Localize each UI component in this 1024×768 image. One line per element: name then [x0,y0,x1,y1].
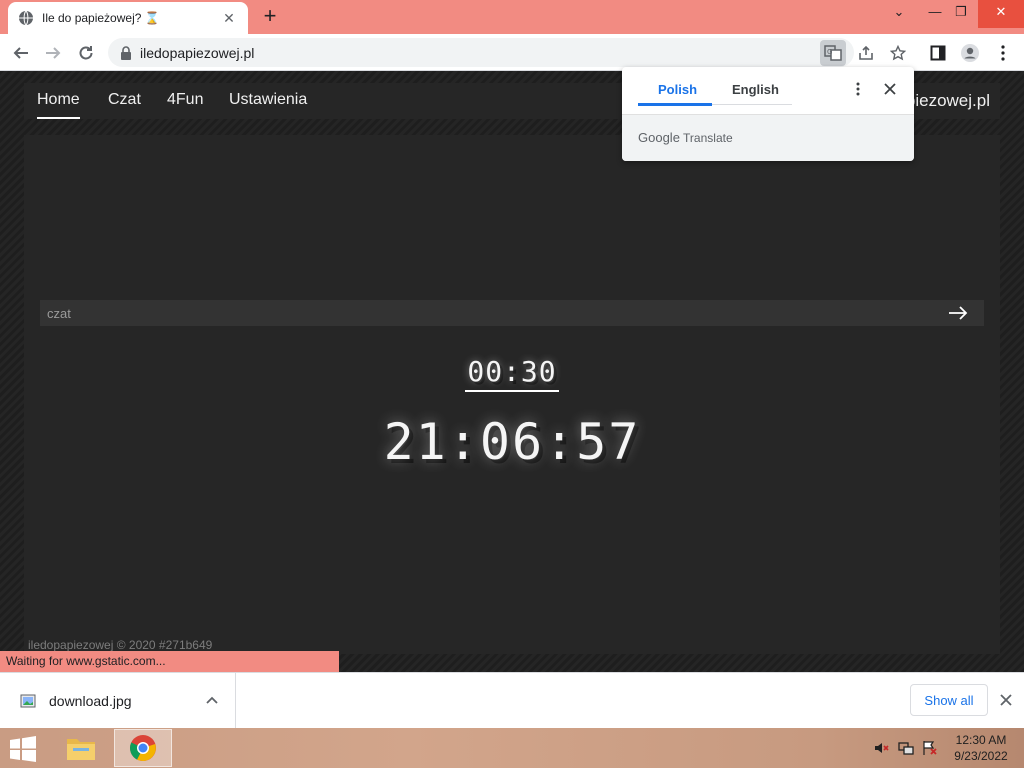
forward-button[interactable] [40,40,66,66]
browser-titlebar: Ile do papieżowej? ⌛ ✕ + ⌄ — ❐ ✕ [0,0,1024,34]
translate-tab-english[interactable]: English [732,82,779,97]
translate-active-indicator [638,103,712,106]
share-icon [859,45,873,60]
taskbar-chrome[interactable] [114,729,172,767]
image-file-icon [20,694,36,708]
file-explorer-icon [67,739,95,760]
nav-4fun[interactable]: 4Fun [167,91,203,109]
profile-icon [961,44,979,62]
close-icon [884,83,896,95]
arrow-right-icon [949,306,968,320]
taskbar-file-explorer[interactable] [52,729,110,767]
download-item[interactable]: download.jpg [0,673,236,728]
nav-czat[interactable]: Czat [108,91,141,109]
url-text: iledopapiezowej.pl [140,44,255,61]
lock-icon [121,45,131,60]
back-button[interactable] [8,40,34,66]
download-bar: download.jpg Show all [0,672,1024,728]
browser-toolbar: iledopapiezowej.pl G [0,34,1024,71]
chevron-up-icon[interactable] [206,695,218,705]
translate-label: Translate [683,131,733,145]
flag-icon[interactable] [922,740,938,756]
globe-icon [19,10,33,26]
chrome-icon [130,735,156,761]
translate-icon: G [824,45,842,61]
translate-options-button[interactable] [850,81,866,97]
share-button[interactable] [853,40,879,66]
reload-button[interactable] [73,40,99,66]
translate-tab-polish[interactable]: Polish [658,82,697,97]
translate-footer: Google Translate [622,114,914,161]
translate-close-button[interactable] [882,81,898,97]
translate-button[interactable]: G [820,40,846,66]
countdown-value[interactable]: 00:30 [465,355,559,392]
system-time: 12:30 AM [955,733,1007,747]
tab-close-icon[interactable]: ✕ [220,10,238,27]
download-bar-close-button[interactable] [996,690,1016,710]
translate-popup: Polish English Google Translate [622,67,914,161]
side-panel-button[interactable] [925,40,951,66]
browser-menu-button[interactable] [990,40,1016,66]
windows-start-icon[interactable] [8,736,38,762]
browser-tab[interactable]: Ile do papieżowej? ⌛ ✕ [8,2,248,34]
countdown-timer: 00:30 [24,355,1000,392]
bookmark-button[interactable] [885,40,911,66]
chat-input[interactable] [47,305,940,321]
forward-icon [46,47,61,59]
reload-icon [79,46,93,60]
status-bubble: Waiting for www.gstatic.com... [0,651,339,672]
site-footer: iledopapiezowej © 2020 #271b649 [28,638,213,652]
kebab-menu-icon [856,82,860,96]
nav-ustawienia[interactable]: Ustawienia [229,91,307,109]
profile-button[interactable] [957,40,983,66]
kebab-menu-icon [1001,45,1005,61]
speaker-muted-icon[interactable] [873,740,889,756]
sidebar-icon [930,45,946,61]
tab-search-chevron-icon[interactable]: ⌄ [882,0,916,28]
back-icon [13,47,28,59]
system-date: 9/23/2022 [954,749,1008,763]
star-icon [890,45,906,61]
nav-home[interactable]: Home [37,91,80,119]
restore-button[interactable]: ❐ [944,0,978,28]
window-close-button[interactable]: ✕ [978,0,1024,28]
address-bar[interactable]: iledopapiezowej.pl [108,38,854,67]
google-logo-text: Google [638,130,680,145]
tab-title: Ile do papieżowej? ⌛ [42,11,160,25]
close-icon [1000,694,1012,706]
windows-taskbar: 12:30 AM 9/23/2022 [0,728,1024,768]
chat-bar [40,300,984,326]
new-tab-button[interactable]: + [258,5,282,29]
download-file-name: download.jpg [49,693,132,709]
network-icon[interactable] [898,740,914,756]
current-time: 21:06:57 [383,413,641,471]
svg-text:G: G [827,48,832,56]
web-page: Home Czat 4Fun Ustawienia iledopapiezowe… [0,71,1024,672]
main-panel: 00:30 21:06:57 [24,135,1000,654]
system-clock[interactable]: 12:30 AM 9/23/2022 [950,732,1012,764]
chat-send-button[interactable] [940,300,976,326]
show-all-button[interactable]: Show all [910,684,988,716]
